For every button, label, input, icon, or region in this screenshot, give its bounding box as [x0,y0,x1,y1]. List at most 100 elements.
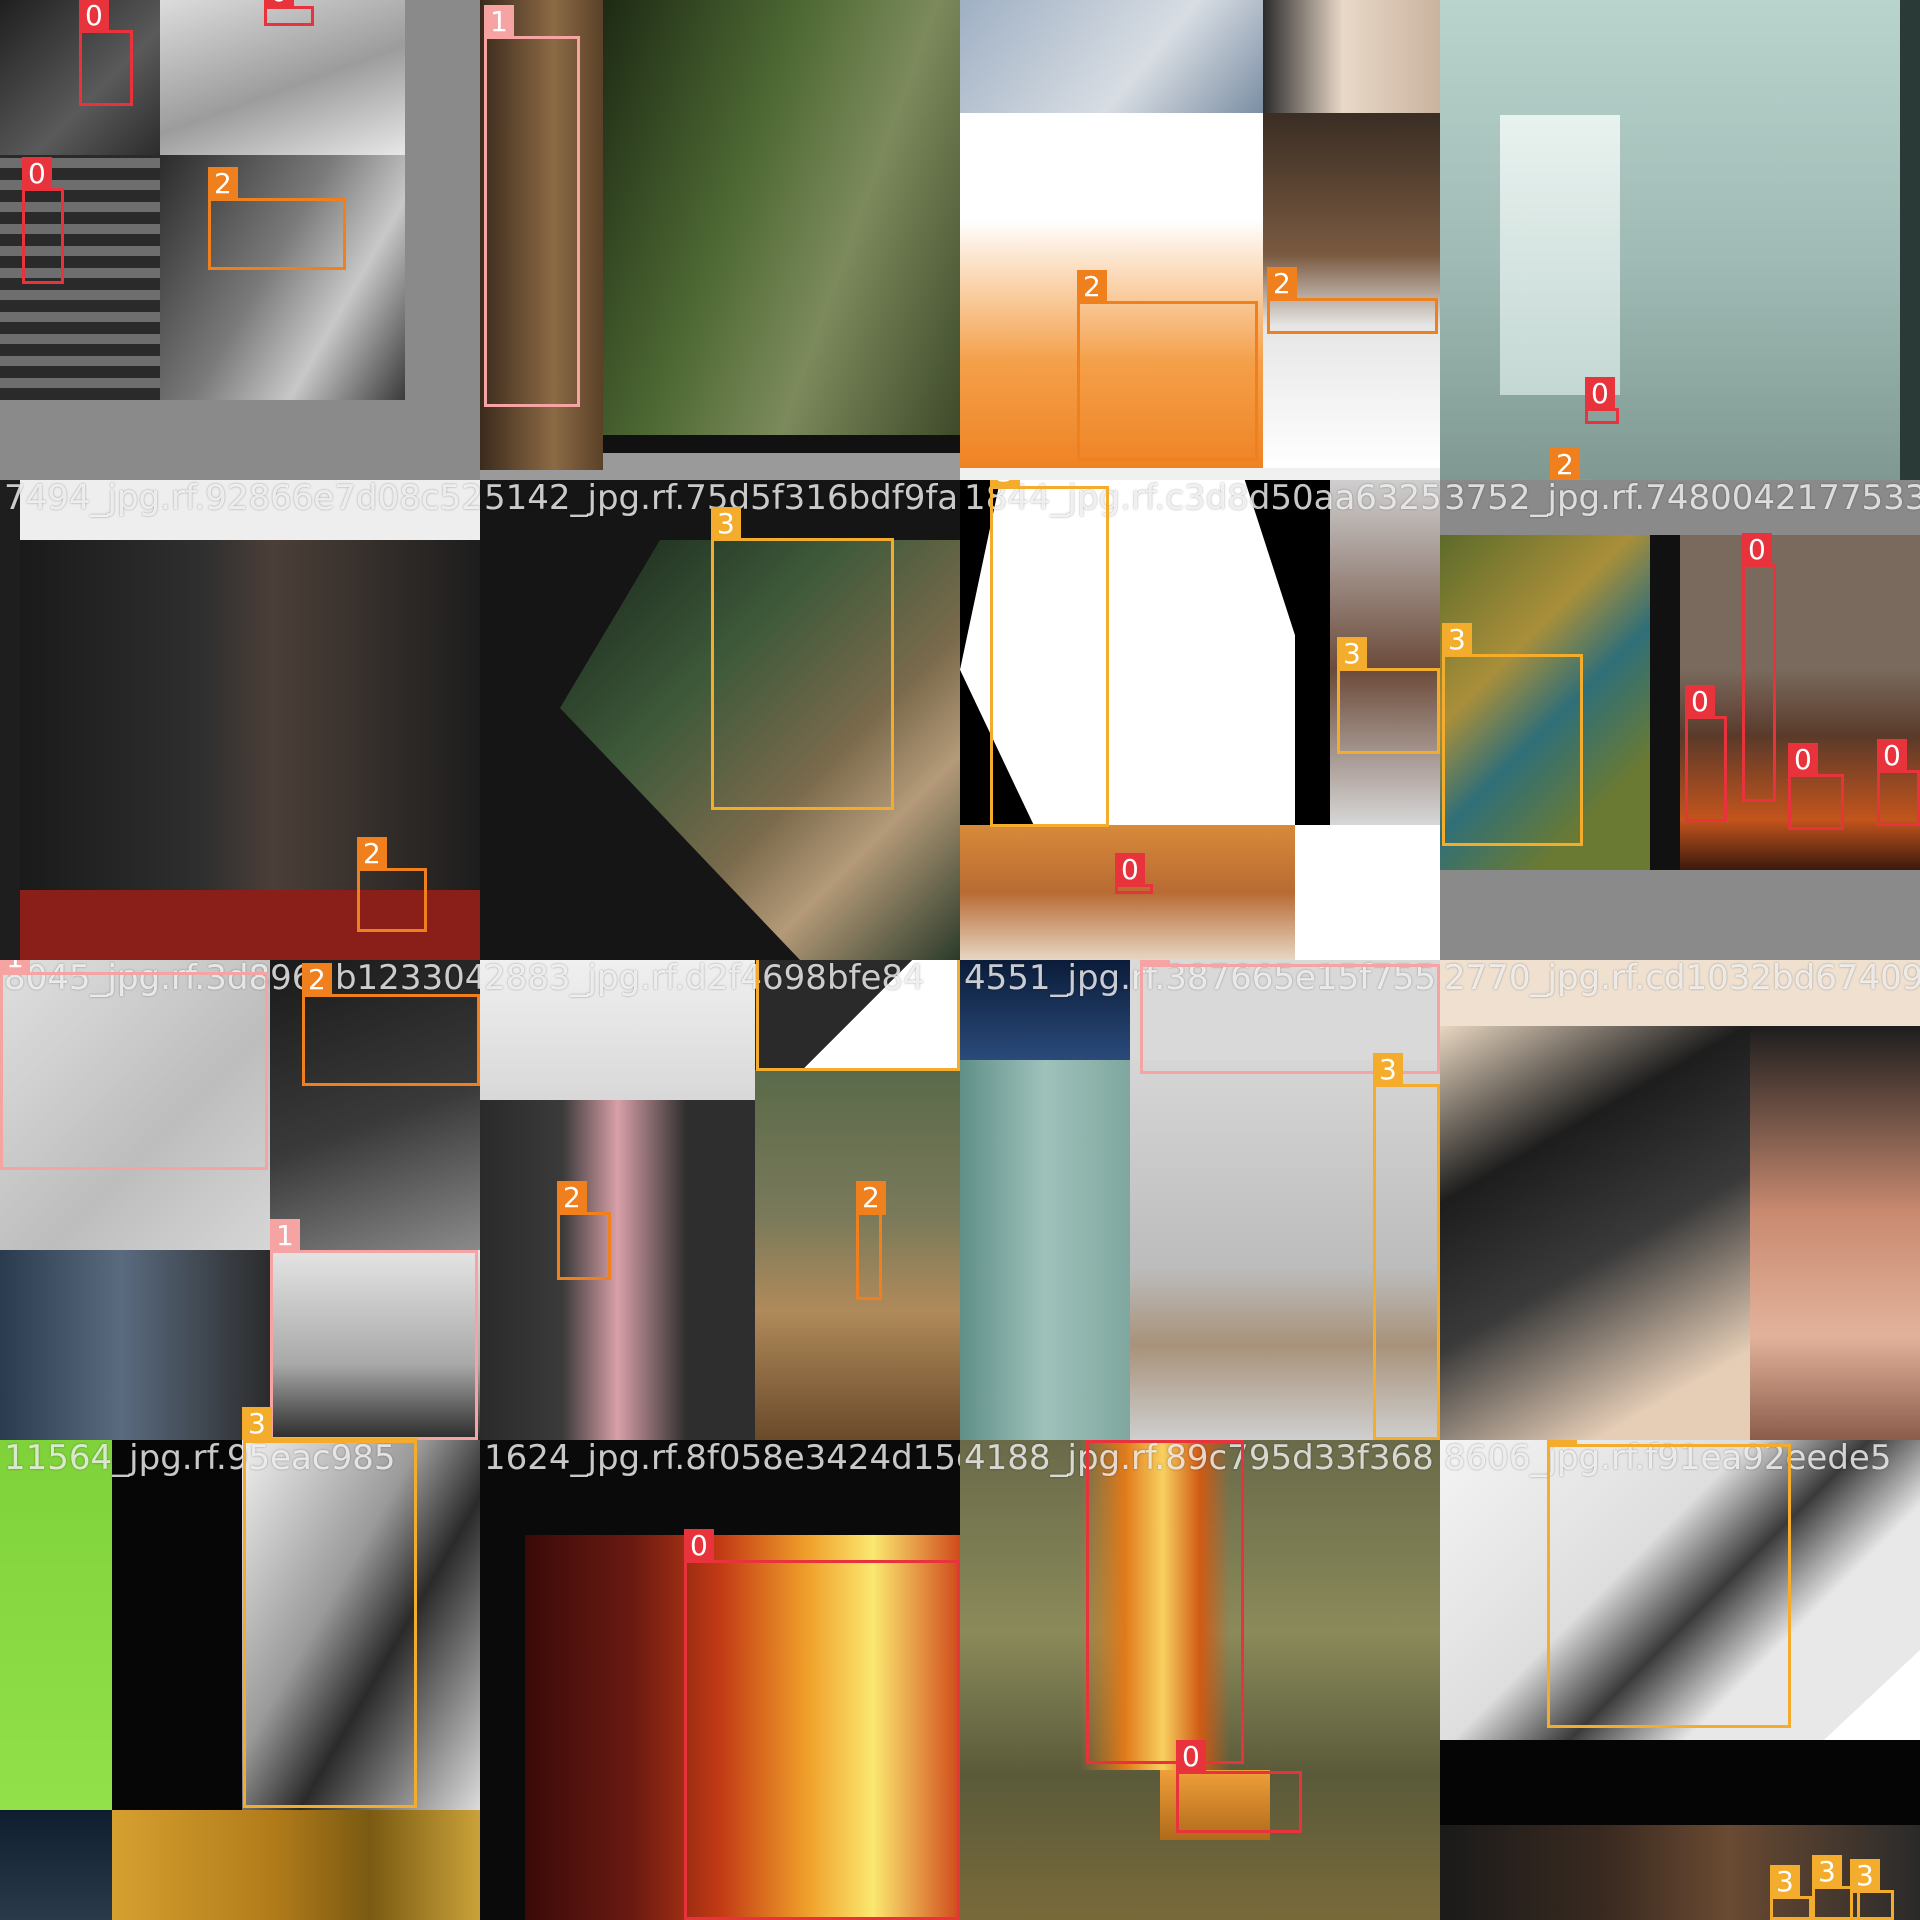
bbox-label: 2 [856,1181,886,1215]
mosaic-tile: 2883_jpg.rf.d2f4698bfe84 3 2 2 [480,960,960,1440]
bbox-label: 0 [1742,533,1772,567]
tile-image [1440,1740,1920,1825]
bbox: 3 [243,1440,417,1808]
bbox-label: 2 [1077,270,1107,304]
bbox: 1 [0,960,268,1170]
tile-image [1750,1026,1920,1440]
bbox-label: 2 [1267,267,1297,301]
tile-image [112,1440,242,1810]
bbox: 0 [1685,685,1727,822]
bbox-label: 0 [264,0,294,9]
tile-image [480,1100,755,1440]
tile-image [1263,0,1440,113]
tile-title: 2770_jpg.rf.cd1032bd67409d [1444,960,1920,998]
bbox-label: 0 [1115,853,1145,887]
mosaic-tile: 3752_jpg.rf.7480042177533b7 3 0 0 0 0 [1440,480,1920,960]
bbox-label: 2 [302,963,332,997]
tile-image [160,155,405,400]
mosaic-tile: 1624_jpg.rf.8f058e3424d15e4 0 [480,1440,960,1920]
mosaic-tile: 0 2 [1440,0,1920,480]
tile-image [1500,115,1620,395]
bbox: 0 [1176,1740,1302,1833]
bbox-label: 3 [1442,623,1472,657]
mosaic-tile: 8045_jpg.rf.3d8962b123304a 1 2 1 3 [0,960,480,1440]
bbox-label: 1 [270,1219,300,1253]
bbox: 0 [1585,377,1619,424]
bbox: 3 [1770,1865,1812,1920]
bbox-label: 1 [0,960,30,975]
bbox-label: 3 [242,1407,272,1440]
mosaic-tile: 2770_jpg.rf.cd1032bd67409d [1440,960,1920,1440]
bbox-label: 0 [1877,739,1907,773]
bbox-label: 2 [557,1181,587,1215]
bbox-label: 0 [684,1529,714,1563]
bbox-label: 0 [1086,1440,1116,1443]
bbox-label: 0 [1176,1740,1206,1774]
bbox-label: 3 [1812,1855,1842,1889]
bbox-label: 2 [208,167,238,201]
bbox: 2 [856,1181,886,1300]
mosaic-tile: 0 0 0 2 [0,0,480,480]
bbox: 2 [208,167,346,270]
tile-image [1440,1026,1750,1440]
bbox: 3 [1850,1859,1894,1920]
mosaic-tile: 1844_jpg.rf.c3d8d50aa6325 3 3 0 [960,480,1440,960]
bbox-label: 3 [990,480,1020,489]
mosaic-tile: 1 [480,0,960,480]
bbox: 2 [1077,270,1258,461]
bbox: 3 [1373,1053,1440,1440]
bbox-label: 0 [79,0,109,33]
bbox: 0 [684,1529,960,1920]
bbox: 3 [711,507,894,810]
bbox: 0 [1877,739,1920,826]
bbox: 0 [1742,533,1776,802]
bbox: 1 [270,1219,478,1440]
bbox: 0 [22,157,64,284]
tile-image [1650,535,1680,870]
tile-image [0,1250,270,1440]
mosaic-tile: 8606_jpg.rf.f91ea92eede5 3 3 3 3 [1440,1440,1920,1920]
mosaic-tile: 4188_jpg.rf.89c795d33f368 0 0 [960,1440,1440,1920]
bbox: 1 [484,5,580,407]
tile-title: 3752_jpg.rf.7480042177533b7 [1444,480,1920,518]
tile-image [1900,0,1920,480]
mosaic-tile: 2 2 [960,0,1440,480]
bbox: 0 [1115,853,1153,894]
tile-image [0,1440,112,1810]
bbox: 0 [264,0,314,26]
tile-image [960,1060,1130,1440]
bbox-label: 2 [357,837,387,871]
bbox: 2 [557,1181,611,1280]
tile-image [20,480,480,540]
bbox-label: 3 [1770,1865,1800,1899]
bbox-label: 3 [1337,637,1367,671]
bbox-label: 0 [1585,377,1615,411]
bbox: 3 [1337,637,1440,754]
bbox: 0 [1788,743,1844,830]
tile-title: 1624_jpg.rf.8f058e3424d15e4 [484,1440,960,1478]
tile-image [20,540,480,890]
bbox: 2 [357,837,427,932]
bbox: 0 [1086,1440,1244,1764]
tile-image [0,1810,112,1920]
bbox-label: 3 [1373,1053,1403,1087]
mosaic-tile: 4551_jpg.rf.387665e15f7551 1 3 [960,960,1440,1440]
bbox: 3 [756,960,960,1071]
tile-image [960,0,1263,113]
bbox-label: 0 [22,157,52,191]
bbox-label: 1 [1140,960,1170,967]
mosaic-tile: 11564_jpg.rf.95eac985 3 [0,1440,480,1920]
bbox-label: 1 [484,5,514,39]
tile-image [603,0,960,435]
bbox: 3 [1442,623,1583,846]
bbox-label: 2 [1550,448,1580,480]
tile-image [960,960,1130,1060]
mosaic-grid: 0 0 0 2 1 2 2 0 2 7494_jpg.rf.92866e7d08… [0,0,1920,1920]
tile-image [480,960,755,1100]
bbox-label: 3 [1547,1440,1577,1447]
bbox: 0 [79,0,133,106]
bbox: 2 [1267,267,1438,334]
mosaic-tile: 5142_jpg.rf.75d5f316bdf9fa7d 3 [480,480,960,960]
bbox-label: 3 [1850,1859,1880,1893]
bbox: 3 [1547,1440,1791,1728]
